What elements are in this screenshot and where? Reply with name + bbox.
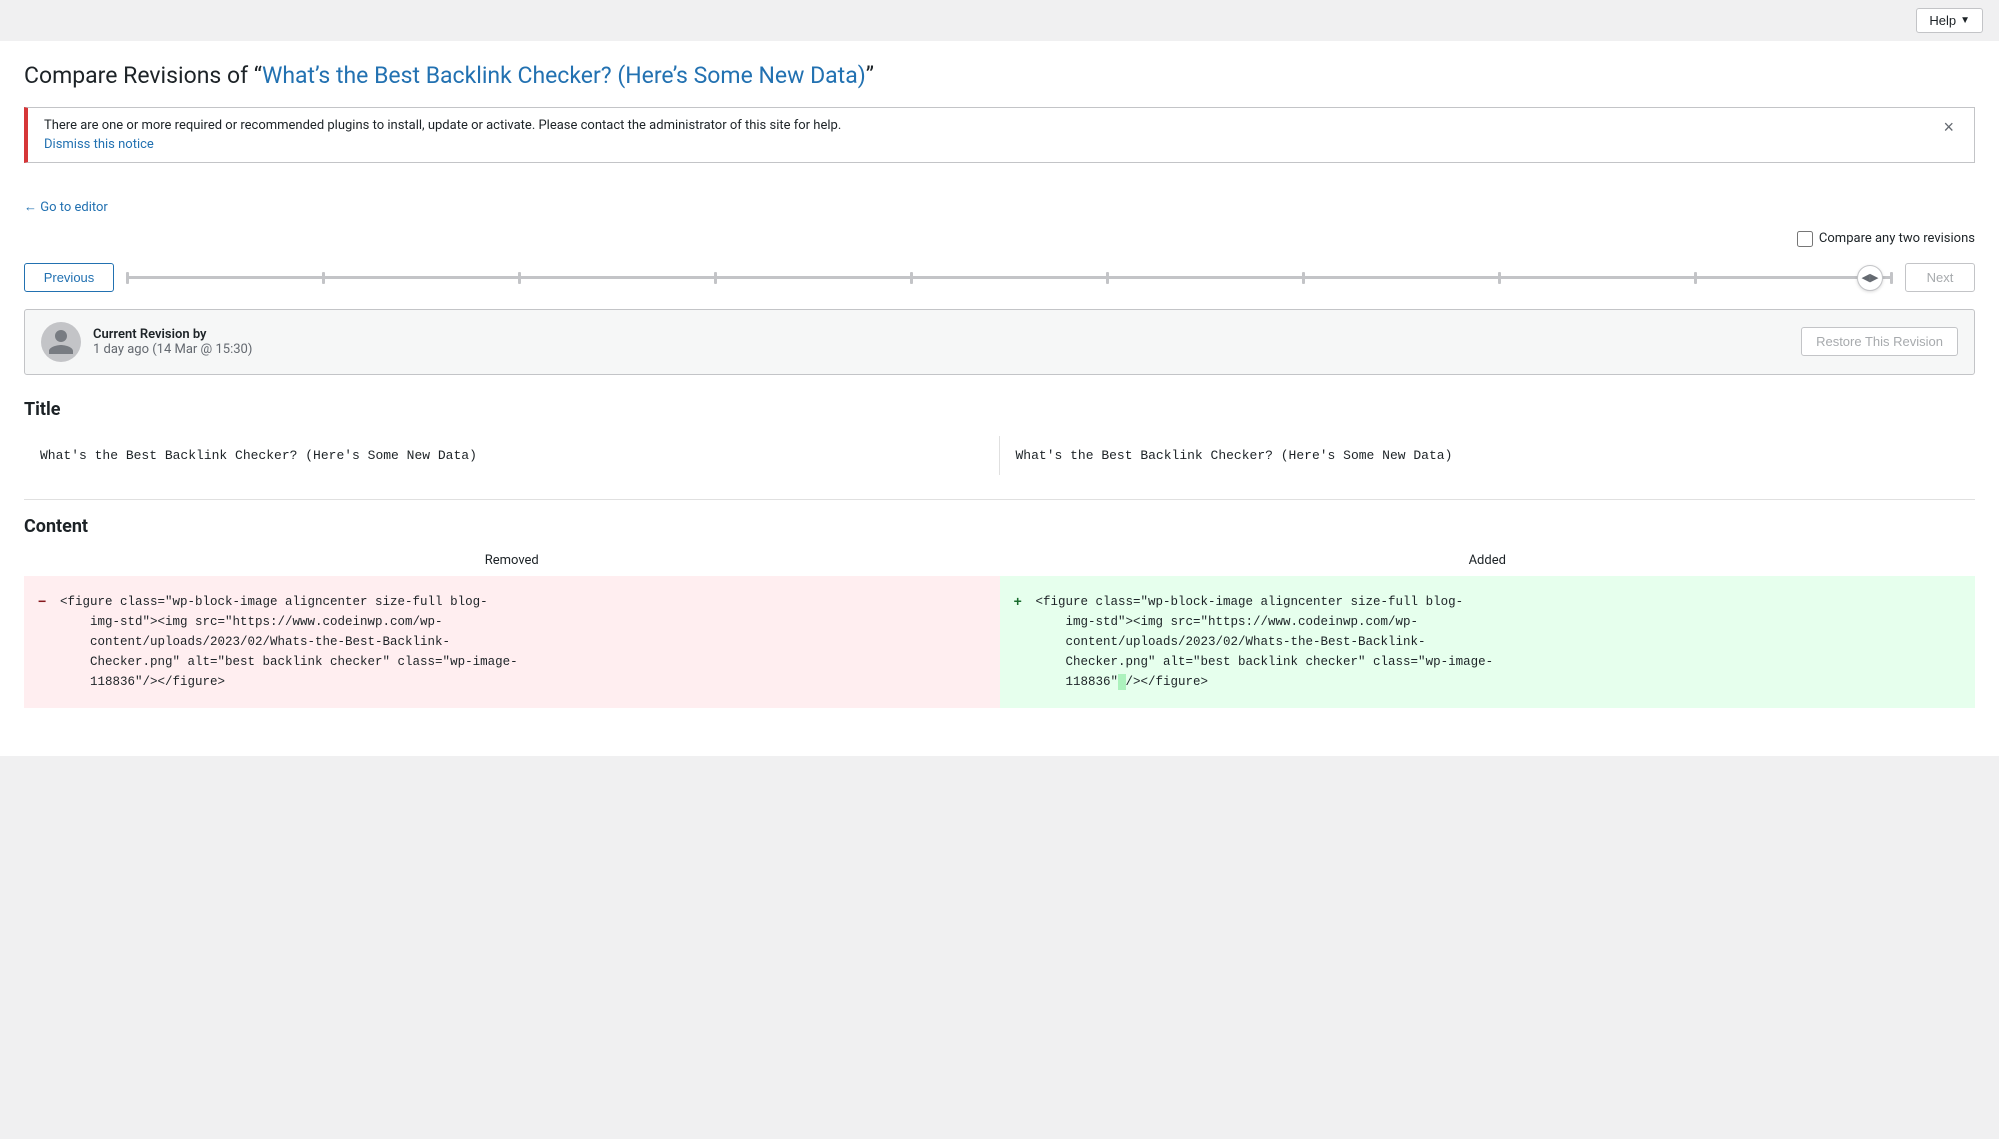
left-title-cell: What's the Best Backlink Checker? (Here'… (24, 436, 1000, 475)
diff-code-row: − <figure class="wp-block-image aligncen… (24, 576, 1975, 708)
avatar (41, 322, 81, 362)
slider-tick (518, 272, 521, 284)
previous-button[interactable]: Previous (24, 263, 114, 292)
right-title-cell: What's the Best Backlink Checker? (Here'… (1000, 436, 1976, 475)
content-section-heading: Content (24, 516, 1975, 537)
removed-code-text: <figure class="wp-block-image aligncente… (60, 595, 518, 689)
section-divider (24, 499, 1975, 500)
go-to-editor-section: ← Go to editor (24, 199, 1975, 215)
notice-close-button[interactable]: × (1939, 118, 1958, 136)
help-button[interactable]: Help ▼ (1916, 8, 1983, 33)
notice-message: There are one or more required or recomm… (44, 118, 841, 133)
slider-handle[interactable]: ◀▶ (1857, 265, 1883, 291)
diff-labels: Removed Added (24, 553, 1975, 568)
revisions-slider[interactable]: ◀▶ (126, 263, 1893, 293)
next-button[interactable]: Next (1905, 263, 1975, 292)
removed-code-block: − <figure class="wp-block-image aligncen… (24, 576, 1000, 708)
added-label: Added (1000, 553, 1976, 568)
slider-tick (1302, 272, 1305, 284)
added-code-text: <figure class="wp-block-image aligncente… (1036, 595, 1494, 690)
slider-tick (714, 272, 717, 284)
title-diff-row: What's the Best Backlink Checker? (Here'… (24, 436, 1975, 475)
go-to-editor-link[interactable]: ← Go to editor (24, 200, 108, 215)
slider-tick (1498, 272, 1501, 284)
revision-time: 1 day ago (14 Mar @ 15:30) (93, 342, 252, 357)
added-highlight (1118, 674, 1126, 690)
page-title: Compare Revisions of “What’s the Best Ba… (24, 61, 1975, 91)
content-diff-section: Content Removed Added − <figure class="w… (24, 516, 1975, 708)
slider-tick (1890, 272, 1893, 284)
revision-author: Current Revision by 1 day ago (14 Mar @ … (41, 322, 252, 362)
slider-tick (126, 272, 129, 284)
user-avatar-icon (46, 327, 76, 357)
minus-sign: − (38, 592, 46, 614)
compare-checkbox[interactable] (1797, 231, 1813, 247)
slider-tick (1694, 272, 1697, 284)
slider-tick (1106, 272, 1109, 284)
plus-sign: + (1014, 592, 1022, 614)
revision-info: Current Revision by 1 day ago (14 Mar @ … (93, 327, 252, 357)
added-code-block: + <figure class="wp-block-image aligncen… (1000, 576, 1976, 708)
dismiss-notice-link[interactable]: Dismiss this notice (44, 137, 154, 152)
post-title-link[interactable]: What’s the Best Backlink Checker? (Here’… (262, 62, 866, 89)
slider-tick (910, 272, 913, 284)
title-diff-section: Title What's the Best Backlink Checker? … (24, 399, 1975, 475)
restore-revision-button[interactable]: Restore This Revision (1801, 327, 1958, 356)
help-label: Help (1929, 13, 1956, 28)
chevron-down-icon: ▼ (1960, 15, 1970, 26)
slider-arrows-icon: ◀▶ (1862, 271, 1879, 284)
slider-tick (322, 272, 325, 284)
removed-label: Removed (24, 553, 1000, 568)
plugin-notice: There are one or more required or recomm… (24, 107, 1975, 163)
title-section-heading: Title (24, 399, 1975, 420)
slider-nav: Previous (24, 263, 1975, 293)
compare-checkbox-label[interactable]: Compare any two revisions (1797, 231, 1975, 247)
compare-label-text: Compare any two revisions (1819, 231, 1975, 246)
revision-meta: Current Revision by 1 day ago (14 Mar @ … (24, 309, 1975, 375)
compare-row: Compare any two revisions (24, 231, 1975, 247)
revision-label: Current Revision by (93, 327, 252, 342)
